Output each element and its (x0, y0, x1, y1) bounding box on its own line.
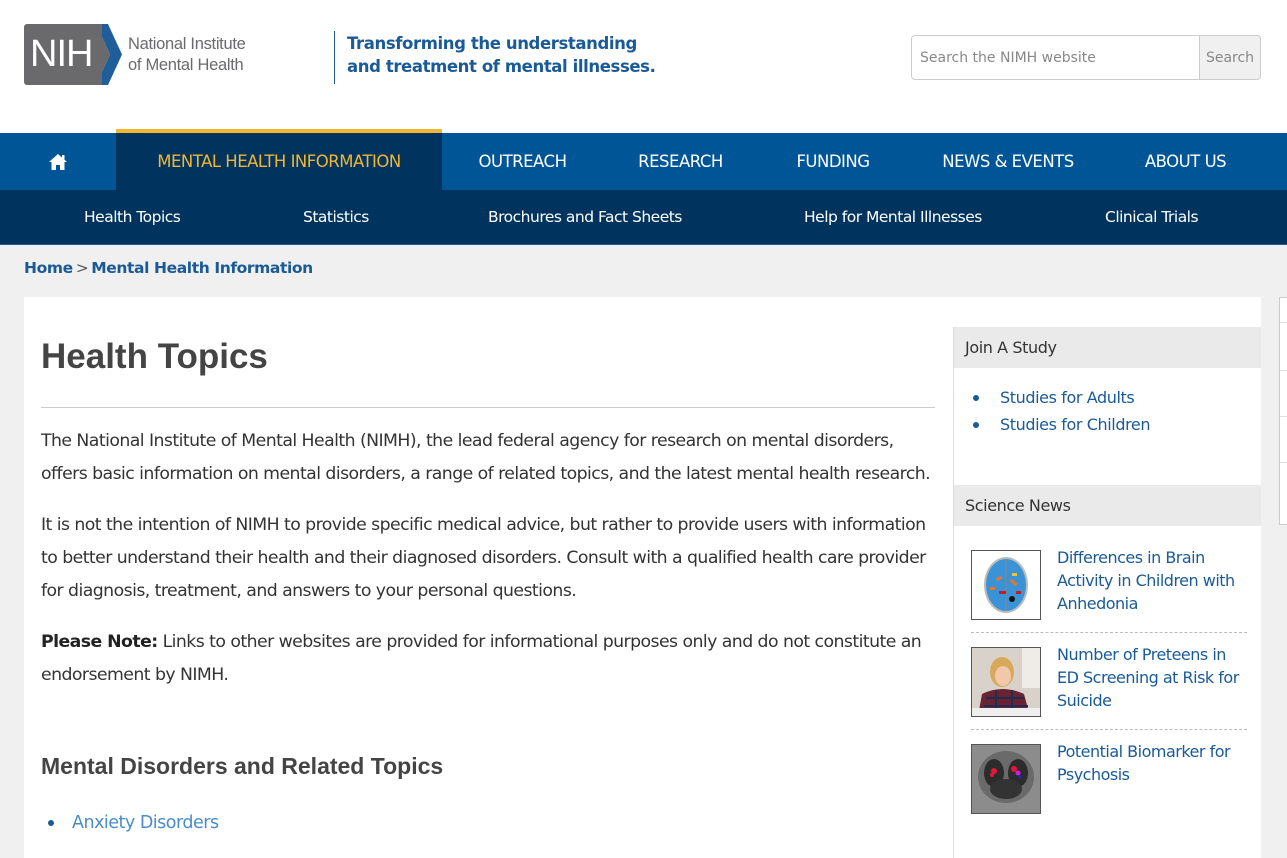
nimh-logo[interactable]: NIH National Institute of Mental Health (24, 24, 246, 85)
bullet-icon (973, 421, 979, 428)
breadcrumb-separator: > (75, 259, 89, 277)
site-tagline: Transforming the understanding and treat… (347, 34, 656, 76)
nav-outreach[interactable]: OUTREACH (442, 133, 603, 190)
nih-logo-mark: NIH (24, 24, 122, 85)
nav-news-events[interactable]: NEWS & EVENTS (908, 133, 1108, 190)
science-news-list: Differences in Brain Activity in Childre… (954, 526, 1261, 826)
sub-nav: Health Topics Statistics Brochures and F… (0, 190, 1287, 245)
topic-link-anxiety-disorders[interactable]: Anxiety Disorders (72, 813, 219, 833)
list-item: Anxiety Disorders (41, 813, 219, 833)
sidebar: Join A Study Studies for Adults Studies … (953, 327, 1261, 858)
title-divider (41, 407, 935, 408)
note-paragraph: Please Note: Links to other websites are… (41, 626, 935, 692)
search-button[interactable]: Search (1199, 35, 1261, 80)
news-item[interactable]: Differences in Brain Activity in Childre… (971, 526, 1247, 633)
news-title: Number of Preteens in ED Screening at Ri… (1057, 645, 1239, 710)
breadcrumb-home[interactable]: Home (24, 259, 73, 277)
news-item[interactable]: Number of Preteens in ED Screening at Ri… (971, 633, 1247, 730)
search-input[interactable] (911, 35, 1199, 80)
news-title: Potential Biomarker for Psychosis (1057, 742, 1231, 784)
main-nav: MENTAL HEALTH INFORMATION OUTREACH RESEA… (0, 129, 1287, 190)
site-search: Search (911, 35, 1261, 80)
breadcrumb-mental-health-information[interactable]: Mental Health Information (91, 259, 313, 277)
join-study-list: Studies for Adults Studies for Children (954, 368, 1261, 485)
news-title: Differences in Brain Activity in Childre… (1057, 548, 1235, 613)
studies-children-link[interactable]: Studies for Children (1000, 415, 1151, 434)
bullet-icon (48, 820, 54, 826)
studies-adults-link[interactable]: Studies for Adults (1000, 388, 1135, 407)
logo-institute-name: National Institute of Mental Health (128, 34, 246, 74)
intro-paragraph: The National Institute of Mental Health … (41, 431, 931, 484)
bullet-icon (973, 394, 979, 401)
nav-research[interactable]: RESEARCH (603, 133, 758, 190)
section-title: Mental Disorders and Related Topics (41, 753, 444, 779)
intro-text: The National Institute of Mental Health … (41, 425, 935, 710)
disclaimer-paragraph: It is not the intention of NIMH to provi… (41, 515, 926, 601)
tagline-divider (334, 31, 335, 84)
preteen-photo-thumbnail (971, 647, 1041, 717)
list-item: Studies for Children (973, 411, 1261, 438)
note-text: Links to other websites are provided for… (41, 632, 922, 685)
subnav-clinical-trials[interactable]: Clinical Trials (1105, 190, 1199, 244)
brain-scan-thumbnail (971, 550, 1041, 620)
topic-list: Anxiety Disorders (41, 813, 219, 833)
page-title: Health Topics (41, 337, 268, 376)
subnav-help-mental-illnesses[interactable]: Help for Mental Illnesses (804, 190, 982, 244)
note-label: Please Note: (41, 632, 158, 652)
news-item[interactable]: Potential Biomarker for Psychosis (971, 730, 1247, 826)
nav-home[interactable] (0, 133, 116, 190)
join-study-heading: Join A Study (954, 327, 1261, 368)
edge-panel-partial (1279, 297, 1287, 525)
nav-about-us[interactable]: ABOUT US (1108, 133, 1263, 190)
nav-funding[interactable]: FUNDING (758, 133, 908, 190)
home-icon (49, 153, 67, 170)
nav-mental-health-information[interactable]: MENTAL HEALTH INFORMATION (116, 129, 442, 190)
list-item: Studies for Adults (973, 384, 1261, 411)
science-news-heading: Science News (954, 485, 1261, 526)
breadcrumb: Home > Mental Health Information (24, 259, 313, 277)
subnav-brochures-fact-sheets[interactable]: Brochures and Fact Sheets (488, 190, 682, 244)
site-header: NIH National Institute of Mental Health … (0, 0, 1287, 133)
subnav-health-topics[interactable]: Health Topics (84, 190, 181, 244)
content-card: Health Topics The National Institute of … (24, 297, 1261, 858)
mri-biomarker-thumbnail (971, 744, 1041, 814)
subnav-statistics[interactable]: Statistics (303, 190, 369, 244)
